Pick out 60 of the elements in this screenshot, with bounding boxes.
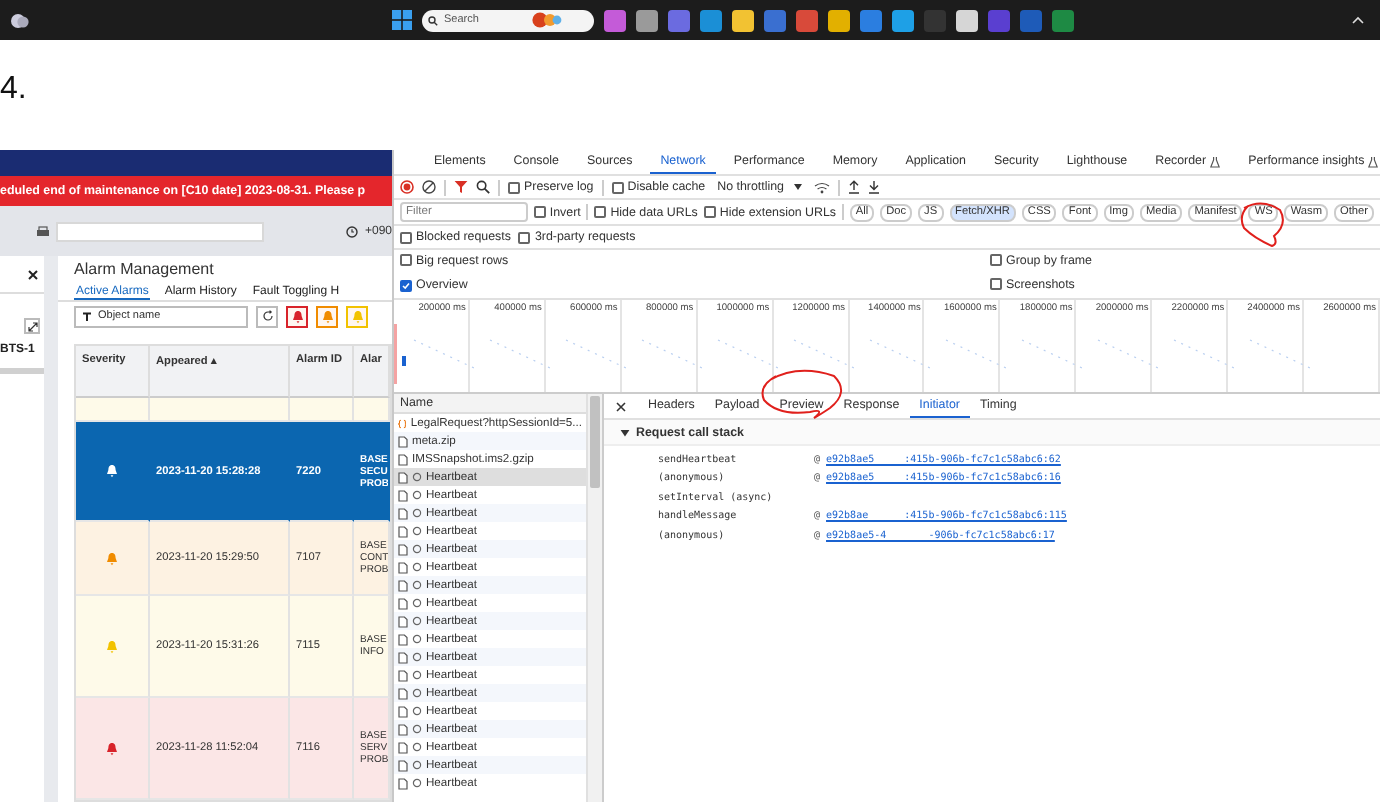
flask-icon xyxy=(1210,155,1221,167)
panel-title: Alarm Management xyxy=(74,258,216,283)
bell-icon xyxy=(321,309,333,324)
checkbox[interactable] xyxy=(518,231,531,243)
bell-icon xyxy=(106,741,118,756)
checkbox[interactable] xyxy=(594,206,607,218)
chevron-up-icon[interactable] xyxy=(1352,16,1364,24)
flask-icon xyxy=(1368,155,1379,167)
severity-filter-button[interactable] xyxy=(286,305,308,328)
weather-icon[interactable] xyxy=(10,11,30,29)
taskbar-app-icon[interactable] xyxy=(700,9,722,31)
bell-icon xyxy=(106,464,118,479)
taskbar-app-icon[interactable] xyxy=(636,9,658,31)
close-icon[interactable] xyxy=(616,401,626,411)
checkbox[interactable] xyxy=(400,279,412,292)
clear-icon[interactable] xyxy=(422,180,436,194)
checkbox[interactable] xyxy=(400,231,412,243)
wifi-icon[interactable] xyxy=(814,181,830,193)
search-icon[interactable] xyxy=(476,180,490,194)
expand-triangle-icon[interactable] xyxy=(620,427,630,437)
table-cell xyxy=(290,398,354,423)
expand-button[interactable] xyxy=(24,318,40,334)
bell-icon xyxy=(291,309,303,324)
refresh-button[interactable] xyxy=(256,305,278,328)
checkbox[interactable] xyxy=(533,206,546,218)
record-icon[interactable] xyxy=(400,180,414,194)
expand-icon xyxy=(27,321,37,331)
checkbox[interactable] xyxy=(990,254,1002,267)
taskbar-app-icon[interactable] xyxy=(732,9,754,31)
scrollbar-thumb[interactable] xyxy=(590,396,600,488)
bell-icon xyxy=(351,309,363,324)
bell-icon xyxy=(106,551,118,566)
scrollbar[interactable] xyxy=(0,368,44,374)
upload-icon[interactable] xyxy=(848,180,860,194)
table-cell xyxy=(150,398,290,423)
input-field[interactable] xyxy=(56,221,264,241)
text-filter-icon xyxy=(82,311,92,322)
bell-icon xyxy=(106,639,118,654)
close-icon[interactable] xyxy=(28,269,38,279)
heading: 4. xyxy=(0,70,29,110)
filter-icon[interactable] xyxy=(454,180,468,194)
start-icon[interactable] xyxy=(392,10,412,30)
printer-icon[interactable] xyxy=(36,225,50,237)
checkbox[interactable] xyxy=(703,206,716,218)
dropdown-arrow-icon xyxy=(794,184,802,190)
taskbar-app-icon[interactable] xyxy=(604,9,626,31)
checkbox[interactable] xyxy=(400,254,412,267)
clock-icon xyxy=(346,225,359,237)
scrollbar[interactable] xyxy=(586,394,602,802)
checkbox[interactable] xyxy=(611,181,624,193)
taskbar-app-icon[interactable] xyxy=(828,9,850,31)
checkbox[interactable] xyxy=(508,181,520,193)
taskbar-app-icon[interactable] xyxy=(956,9,978,31)
taskbar-app-icon[interactable] xyxy=(892,9,914,31)
download-icon[interactable] xyxy=(868,180,880,194)
refresh-icon xyxy=(261,310,273,323)
search-highlight-icon xyxy=(530,12,562,28)
checkbox[interactable] xyxy=(990,278,1002,291)
braces-icon xyxy=(398,417,407,429)
search-icon xyxy=(428,15,438,25)
